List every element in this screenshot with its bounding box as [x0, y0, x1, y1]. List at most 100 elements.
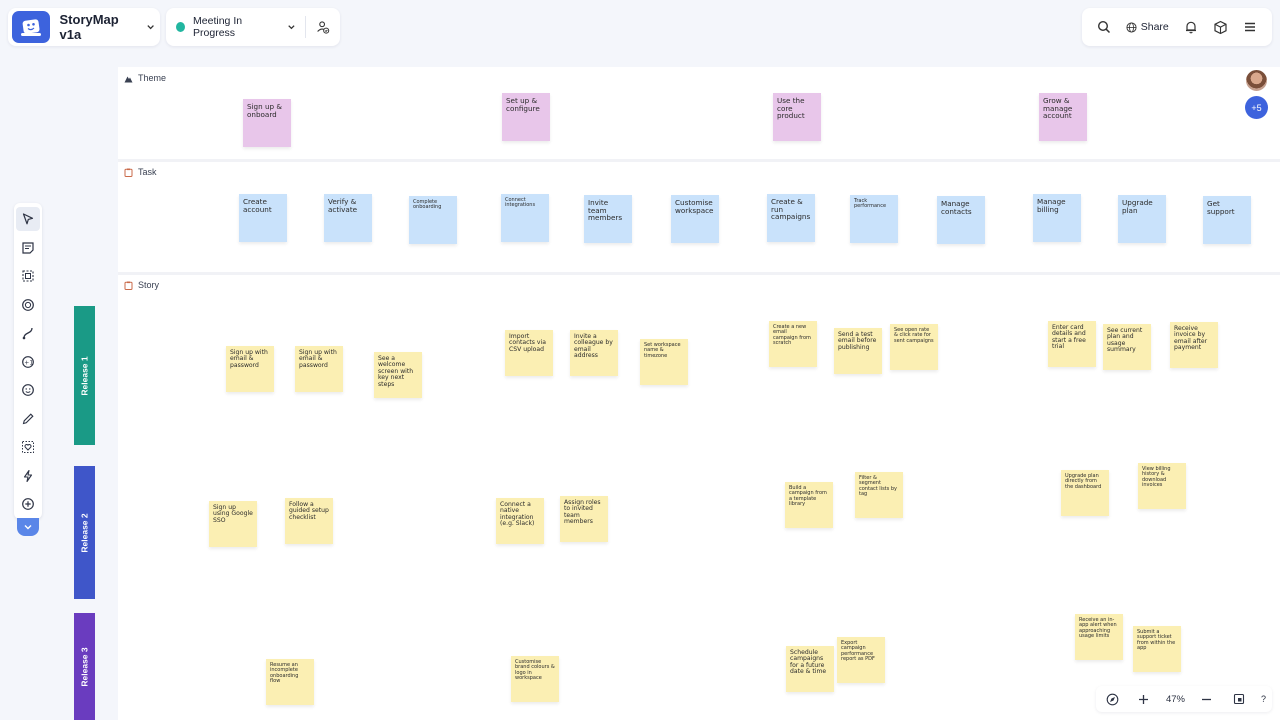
notifications-button[interactable]: [1177, 13, 1205, 41]
connector-icon: [22, 328, 33, 340]
task-sticky[interactable]: Invite team members: [584, 195, 632, 243]
story-sticky[interactable]: Submit a support ticket from within the …: [1133, 626, 1181, 672]
release-1-bar[interactable]: Release 1: [74, 306, 95, 445]
connector-tool[interactable]: [16, 321, 40, 345]
story-sticky[interactable]: Customise brand colours & logo in worksp…: [511, 656, 559, 702]
clipboard-icon: [124, 168, 133, 177]
theme-sticky[interactable]: Use the core product: [773, 93, 821, 141]
favourites-tool[interactable]: [16, 435, 40, 459]
globe-icon: [1126, 21, 1137, 33]
task-sticky[interactable]: Create & run campaigns: [767, 194, 815, 242]
story-sticky[interactable]: See a welcome screen with key next steps: [374, 352, 422, 398]
board-menu[interactable]: StoryMap v1a: [8, 8, 160, 46]
story-sticky[interactable]: Resume an incomplete onboarding flow: [266, 659, 314, 705]
top-right-toolbar: Share: [1082, 8, 1272, 46]
story-sticky[interactable]: Assign roles to invited team members: [560, 496, 608, 542]
status-dot: [176, 22, 186, 32]
story-sticky[interactable]: Invite a colleague by email address: [570, 330, 618, 376]
story-sticky[interactable]: Sign up with email & password: [226, 346, 274, 392]
share-button[interactable]: Share: [1120, 13, 1175, 41]
actions-tool[interactable]: [16, 464, 40, 488]
divider: [304, 16, 306, 38]
sticker-icon: [22, 298, 34, 311]
lane-label-task: Task: [124, 167, 157, 177]
frame-icon: [22, 270, 34, 282]
story-sticky[interactable]: Build a campaign from a template library: [785, 482, 833, 528]
story-sticky[interactable]: Receive invoice by email after payment: [1170, 322, 1218, 368]
zoom-in-button[interactable]: [1134, 689, 1154, 709]
meeting-status[interactable]: Meeting In Progress: [166, 8, 340, 46]
chevron-down-icon[interactable]: [286, 21, 297, 33]
task-sticky[interactable]: Connect integrations: [501, 194, 549, 242]
lane-label-theme: Theme: [124, 73, 166, 83]
sticky-note-tool[interactable]: [16, 236, 40, 260]
story-sticky[interactable]: See open rate & click rate for sent camp…: [890, 324, 938, 370]
cube-icon: [1214, 20, 1227, 34]
zoom-level[interactable]: 47%: [1166, 694, 1185, 705]
minimap-button[interactable]: [1229, 689, 1249, 709]
story-sticky[interactable]: Sign up with email & password: [295, 346, 343, 392]
story-sticky[interactable]: Sign up using Google SSO: [209, 501, 257, 547]
frame-tool[interactable]: [16, 264, 40, 288]
lane-divider: [118, 159, 1280, 162]
chevron-down-icon: [24, 525, 32, 530]
sticker-tool[interactable]: [16, 293, 40, 317]
pen-tool[interactable]: [16, 407, 40, 431]
chevron-down-icon[interactable]: [145, 21, 156, 33]
task-sticky[interactable]: Track performance: [850, 195, 898, 243]
task-sticky[interactable]: Verify & activate: [324, 194, 372, 242]
story-sticky[interactable]: Filter & segment contact lists by tag: [855, 472, 903, 518]
story-sticky[interactable]: Schedule campaigns for a future date & t…: [786, 646, 834, 692]
task-sticky[interactable]: Get support: [1203, 196, 1251, 244]
smiley-icon: [22, 384, 34, 397]
task-sticky[interactable]: Complete onboarding: [409, 196, 457, 244]
reaction-tool[interactable]: [16, 378, 40, 402]
board-title[interactable]: StoryMap v1a: [60, 12, 139, 42]
help-button[interactable]: ?: [1261, 694, 1266, 704]
theme-sticky[interactable]: Sign up & onboard: [243, 99, 291, 147]
pencil-icon: [22, 413, 34, 425]
task-sticky[interactable]: Customise workspace: [671, 195, 719, 243]
release-label: Release 3: [79, 646, 90, 687]
search-icon: [1097, 20, 1111, 34]
theme-sticky[interactable]: Set up & configure: [502, 93, 550, 141]
story-sticky[interactable]: Follow a guided setup checklist: [285, 498, 333, 544]
share-label: Share: [1140, 21, 1169, 33]
task-sticky[interactable]: Manage contacts: [937, 196, 985, 244]
story-sticky[interactable]: Upgrade plan directly from the dashboard: [1061, 470, 1109, 516]
story-sticky[interactable]: View billing history & download invoices: [1138, 463, 1186, 509]
main-menu-button[interactable]: [1236, 13, 1264, 41]
recenter-button[interactable]: [1102, 689, 1122, 709]
select-tool[interactable]: [16, 207, 40, 231]
plus-one-icon: +1: [22, 355, 34, 368]
zoom-out-button[interactable]: [1197, 689, 1217, 709]
theme-sticky[interactable]: Grow & manage account: [1039, 93, 1087, 141]
meeting-people-icon[interactable]: [314, 18, 330, 36]
vote-tool[interactable]: +1: [16, 350, 40, 374]
user-avatar[interactable]: [1245, 69, 1268, 92]
add-more-tool[interactable]: [16, 492, 40, 516]
lane-title: Story: [138, 280, 160, 290]
minus-icon: [1202, 698, 1212, 700]
story-sticky[interactable]: See current plan and usage summary: [1103, 324, 1151, 370]
task-sticky[interactable]: Upgrade plan: [1118, 195, 1166, 243]
story-sticky[interactable]: Enter card details and start a free tria…: [1048, 321, 1096, 367]
story-sticky[interactable]: Receive an in-app alert when approaching…: [1075, 614, 1123, 660]
sticky-note-icon: [22, 241, 34, 254]
release-2-bar[interactable]: Release 2: [74, 466, 95, 599]
task-sticky[interactable]: Create account: [239, 194, 287, 242]
story-sticky[interactable]: Create a new email campaign from scratch: [769, 321, 817, 367]
more-collaborators-badge[interactable]: +5: [1245, 96, 1268, 119]
story-sticky[interactable]: Export campaign performance report as PD…: [837, 637, 885, 683]
story-map-canvas[interactable]: Theme Task Story Sign up & onboard Set u…: [118, 67, 1280, 720]
story-sticky[interactable]: Set workspace name & timezone: [640, 339, 688, 385]
story-sticky[interactable]: Send a test email before publishing: [834, 328, 882, 374]
release-3-bar[interactable]: Release 3: [74, 613, 95, 720]
story-sticky[interactable]: Import contacts via CSV upload: [505, 330, 553, 376]
search-button[interactable]: [1090, 13, 1118, 41]
lane-divider: [118, 272, 1280, 275]
task-sticky[interactable]: Manage billing: [1033, 194, 1081, 242]
story-sticky[interactable]: Connect a native integration (e.g. Slack…: [496, 498, 544, 544]
templates-button[interactable]: [1206, 13, 1234, 41]
expand-tools-button[interactable]: [17, 518, 39, 536]
